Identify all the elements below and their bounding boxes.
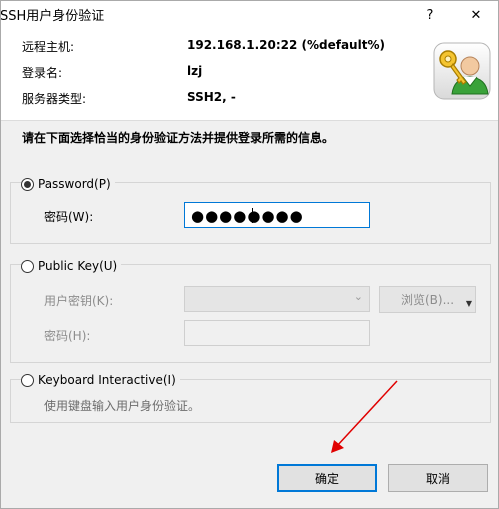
ok-button-label: 确定 bbox=[314, 471, 339, 486]
server-type-value: SSH2, - bbox=[187, 90, 236, 104]
password-radio[interactable]: Password(P) bbox=[21, 175, 115, 193]
passphrase-input[interactable] bbox=[184, 320, 370, 346]
keyboard-interactive-radio[interactable]: Keyboard Interactive(I) bbox=[21, 371, 180, 389]
cancel-button-label: 取消 bbox=[425, 471, 450, 486]
chevron-down-icon: ⌄ bbox=[353, 290, 363, 303]
keyboard-interactive-radio-label: Keyboard Interactive(I) bbox=[38, 373, 176, 387]
password-radio-label: Password(P) bbox=[38, 177, 111, 191]
window-title: SSH用户身份验证 bbox=[0, 9, 105, 24]
radio-unchecked-icon bbox=[21, 373, 34, 387]
remote-host-label: 远程主机: bbox=[22, 40, 75, 54]
login-name-label: 登录名: bbox=[22, 66, 63, 80]
user-key-dropdown[interactable]: ⌄ bbox=[184, 286, 370, 312]
user-key-icon bbox=[433, 42, 491, 100]
radio-checked-icon bbox=[21, 177, 34, 191]
user-key-label: 用户密钥(K): bbox=[44, 294, 114, 308]
instruction-text: 请在下面选择恰当的身份验证方法并提供登录所需的信息。 bbox=[22, 131, 335, 145]
public-key-group bbox=[10, 264, 491, 363]
public-key-radio[interactable]: Public Key(U) bbox=[21, 257, 122, 275]
help-button[interactable]: ? bbox=[407, 0, 453, 30]
radio-unchecked-icon bbox=[21, 259, 34, 273]
ok-button[interactable]: 确定 bbox=[277, 464, 377, 492]
public-key-radio-label: Public Key(U) bbox=[38, 259, 118, 273]
text-caret bbox=[252, 208, 253, 223]
password-mask: ●●●●●●●● bbox=[191, 207, 304, 225]
passphrase-label: 密码(H): bbox=[44, 329, 91, 343]
login-name-value: lzj bbox=[187, 64, 203, 78]
close-button[interactable]: ✕ bbox=[453, 0, 499, 30]
dropdown-arrow-icon: ▼ bbox=[465, 299, 472, 308]
browse-button[interactable]: 浏览(B)... ▼ bbox=[379, 286, 476, 313]
browse-button-label: 浏览(B)... bbox=[400, 293, 455, 307]
server-type-label: 服务器类型: bbox=[22, 92, 87, 106]
password-input[interactable]: ●●●●●●●● bbox=[184, 202, 370, 228]
remote-host-value: 192.168.1.20:22 (%default%) bbox=[187, 38, 385, 52]
cancel-button[interactable]: 取消 bbox=[388, 464, 488, 492]
keyboard-interactive-description: 使用键盘输入用户身份验证。 bbox=[44, 399, 201, 413]
password-field-label: 密码(W): bbox=[44, 210, 94, 224]
